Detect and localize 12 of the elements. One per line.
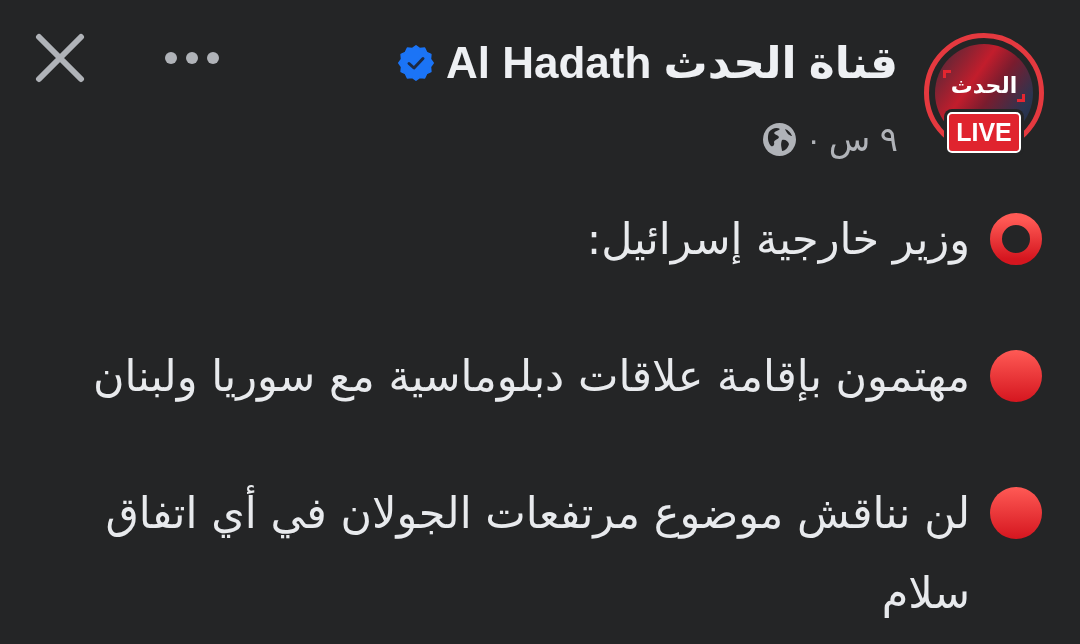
post-text: لن نناقش موضوع مرتفعات الجولان في أي اتفاق سلام: [35, 473, 970, 633]
more-icon: [165, 52, 219, 64]
post-text: وزير خارجية إسرائيل:: [585, 213, 970, 267]
post-time[interactable]: ٩ س ·: [808, 119, 898, 159]
author-name[interactable]: قناة الحدث Al Hadath: [445, 35, 898, 91]
close-button[interactable]: [35, 33, 85, 83]
logo-text: الحدث: [942, 70, 1026, 102]
close-icon: [35, 33, 85, 83]
more-button[interactable]: [165, 52, 219, 64]
live-badge: LIVE: [947, 112, 1021, 153]
post-text: مهتمون بإقامة علاقات دبلوماسية مع سوريا ولبنان: [92, 350, 970, 404]
globe-icon: [763, 122, 796, 156]
